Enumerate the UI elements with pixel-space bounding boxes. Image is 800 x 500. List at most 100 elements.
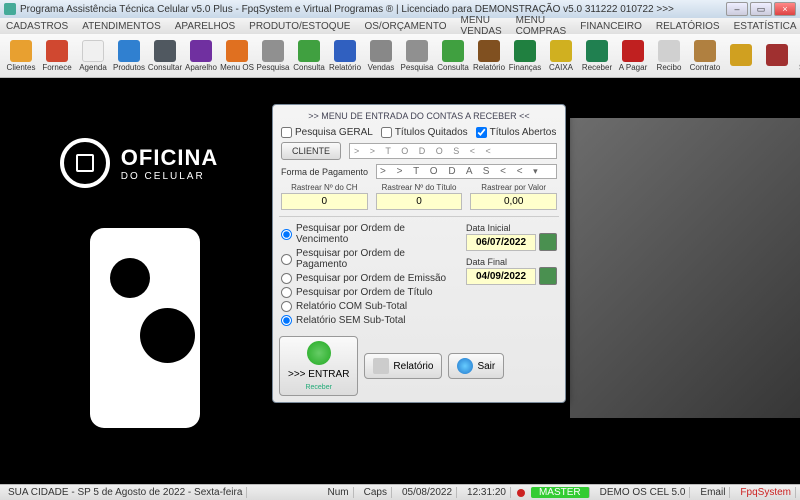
close-button[interactable]: × [774,2,796,16]
entrar-button[interactable]: >>> ENTRAR Receber [279,336,358,396]
status-date: 05/08/2022 [398,487,457,498]
checkbox-pesquisa-geral[interactable]: Pesquisa GERAL [281,127,373,138]
menu-item[interactable]: FINANCEIRO [580,21,642,32]
status-master: MASTER [531,487,590,498]
status-email[interactable]: Email [696,487,730,498]
toolbar-icon [334,40,356,62]
forma-pagamento-label: Forma de Pagamento [281,167,368,177]
led-icon [517,489,525,497]
toolbar-receber[interactable]: Receber [580,36,614,76]
data-inicial-input[interactable] [466,234,536,251]
calendar-icon[interactable] [539,267,557,285]
toolbar-contrato[interactable]: Contrato [688,36,722,76]
app-icon [4,3,16,15]
menu-item[interactable]: PRODUTO/ESTOQUE [249,21,350,32]
toolbar-icon [730,44,752,66]
toolbar-icon [370,40,392,62]
toolbar-agenda[interactable]: Agenda [76,36,110,76]
menu-item[interactable]: OS/ORÇAMENTO [364,21,446,32]
toolbar-suporte[interactable]: Suporte [796,36,800,76]
status-location: SUA CIDADE - SP 5 de Agosto de 2022 - Se… [4,487,247,498]
toolbar-icon [658,40,680,62]
forma-pagamento-select[interactable]: > > T O D A S < < ▾ [376,164,557,179]
cliente-button[interactable]: CLIENTE [281,142,341,160]
radio-ordem-vencimento[interactable]: Pesquisar por Ordem de Vencimento [281,223,458,245]
maximize-button[interactable]: ▭ [750,2,772,16]
toolbar-icon [118,40,140,62]
dialog-title: >> MENU DE ENTRADA DO CONTAS A RECEBER <… [279,111,559,121]
workspace: OFICINA DO CELULAR >> MENU DE ENTRADA DO… [0,78,800,484]
status-demo: DEMO OS CEL 5.0 [596,487,691,498]
checkbox-titulos-quitados[interactable]: Títulos Quitados [381,127,468,138]
toolbar-clientes[interactable]: Clientes [4,36,38,76]
radio-ordem-emissao[interactable]: Pesquisar por Ordem de Emissão [281,273,458,284]
toolbar-menu os[interactable]: Menu OS [220,36,254,76]
toolbar-button[interactable] [724,36,758,76]
menu-item[interactable]: RELATÓRIOS [656,21,720,32]
toolbar-consulta[interactable]: Consulta [436,36,470,76]
radio-sem-subtotal[interactable]: Relatório SEM Sub-Total [281,315,458,326]
data-final-input[interactable] [466,268,536,285]
toolbar-fornece[interactable]: Fornece [40,36,74,76]
contas-receber-dialog: >> MENU DE ENTRADA DO CONTAS A RECEBER <… [272,104,566,403]
toolbar-icon [694,40,716,62]
radio-ordem-titulo[interactable]: Pesquisar por Ordem de Título [281,287,458,298]
window-title: Programa Assistência Técnica Celular v5.… [20,4,674,15]
toolbar-relatório[interactable]: Relatório [328,36,362,76]
toolbar-icon [82,40,104,62]
toolbar-icon [442,40,464,62]
radio-com-subtotal[interactable]: Relatório COM Sub-Total [281,301,458,312]
toolbar-relatório[interactable]: Relatório [472,36,506,76]
radio-ordem-pagamento[interactable]: Pesquisar por Ordem de Pagamento [281,248,458,270]
cliente-value: > > T O D O S < < [349,143,557,159]
toolbar-icon [190,40,212,62]
toolbar-icon [10,40,32,62]
toolbar-vendas[interactable]: Vendas [364,36,398,76]
rastrear-titulo-input[interactable] [376,193,463,210]
toolbar-recibo[interactable]: Recibo [652,36,686,76]
toolbar-pesquisa[interactable]: Pesquisa [256,36,290,76]
toolbar-icon [622,40,644,62]
rastrear-valor-input[interactable] [470,193,557,210]
checkbox-titulos-abertos[interactable]: Títulos Abertos [476,127,557,138]
menu-item[interactable]: APARELHOS [175,21,235,32]
data-inicial-label: Data Inicial [466,223,557,233]
rastrear-ch-input[interactable] [281,193,368,210]
menu-bar: CADASTROS ATENDIMENTOS APARELHOS PRODUTO… [0,18,800,34]
toolbar-button[interactable] [760,36,794,76]
toolbar-finanças[interactable]: Finanças [508,36,542,76]
toolbar-icon [406,40,428,62]
brand-logo: OFICINA DO CELULAR [60,138,218,188]
status-caps: Caps [360,487,392,498]
minimize-button[interactable]: – [726,2,748,16]
toolbar-icon [46,40,68,62]
toolbar-consulta[interactable]: Consulta [292,36,326,76]
toolbar-icon [262,40,284,62]
calendar-icon[interactable] [539,233,557,251]
status-bar: SUA CIDADE - SP 5 de Agosto de 2022 - Se… [0,484,800,500]
menu-item[interactable]: ATENDIMENTOS [82,21,161,32]
toolbar-a pagar[interactable]: A Pagar [616,36,650,76]
menu-item[interactable]: ESTATÍSTICA [734,21,797,32]
sair-button[interactable]: Sair [448,353,504,379]
money-icon [307,341,331,365]
background-photo [570,118,800,418]
toolbar: ClientesForneceAgendaProdutosConsultarAp… [0,34,800,78]
toolbar-produtos[interactable]: Produtos [112,36,146,76]
toolbar-aparelho[interactable]: Aparelho [184,36,218,76]
menu-item[interactable]: MENU VENDAS [461,15,502,37]
title-bar: Programa Assistência Técnica Celular v5.… [0,0,800,18]
relatorio-button[interactable]: Relatório [364,353,442,379]
toolbar-icon [514,40,536,62]
toolbar-icon [766,44,788,66]
toolbar-consultar[interactable]: Consultar [148,36,182,76]
logo-line2: DO CELULAR [121,171,218,182]
menu-item[interactable]: MENU COMPRAS [516,15,567,37]
toolbar-pesquisa[interactable]: Pesquisa [400,36,434,76]
menu-item[interactable]: CADASTROS [6,21,68,32]
status-time: 12:31:20 [463,487,511,498]
toolbar-icon [154,40,176,62]
status-fpq[interactable]: FpqSystem [736,487,796,498]
toolbar-caixa[interactable]: CAIXA [544,36,578,76]
toolbar-icon [226,40,248,62]
